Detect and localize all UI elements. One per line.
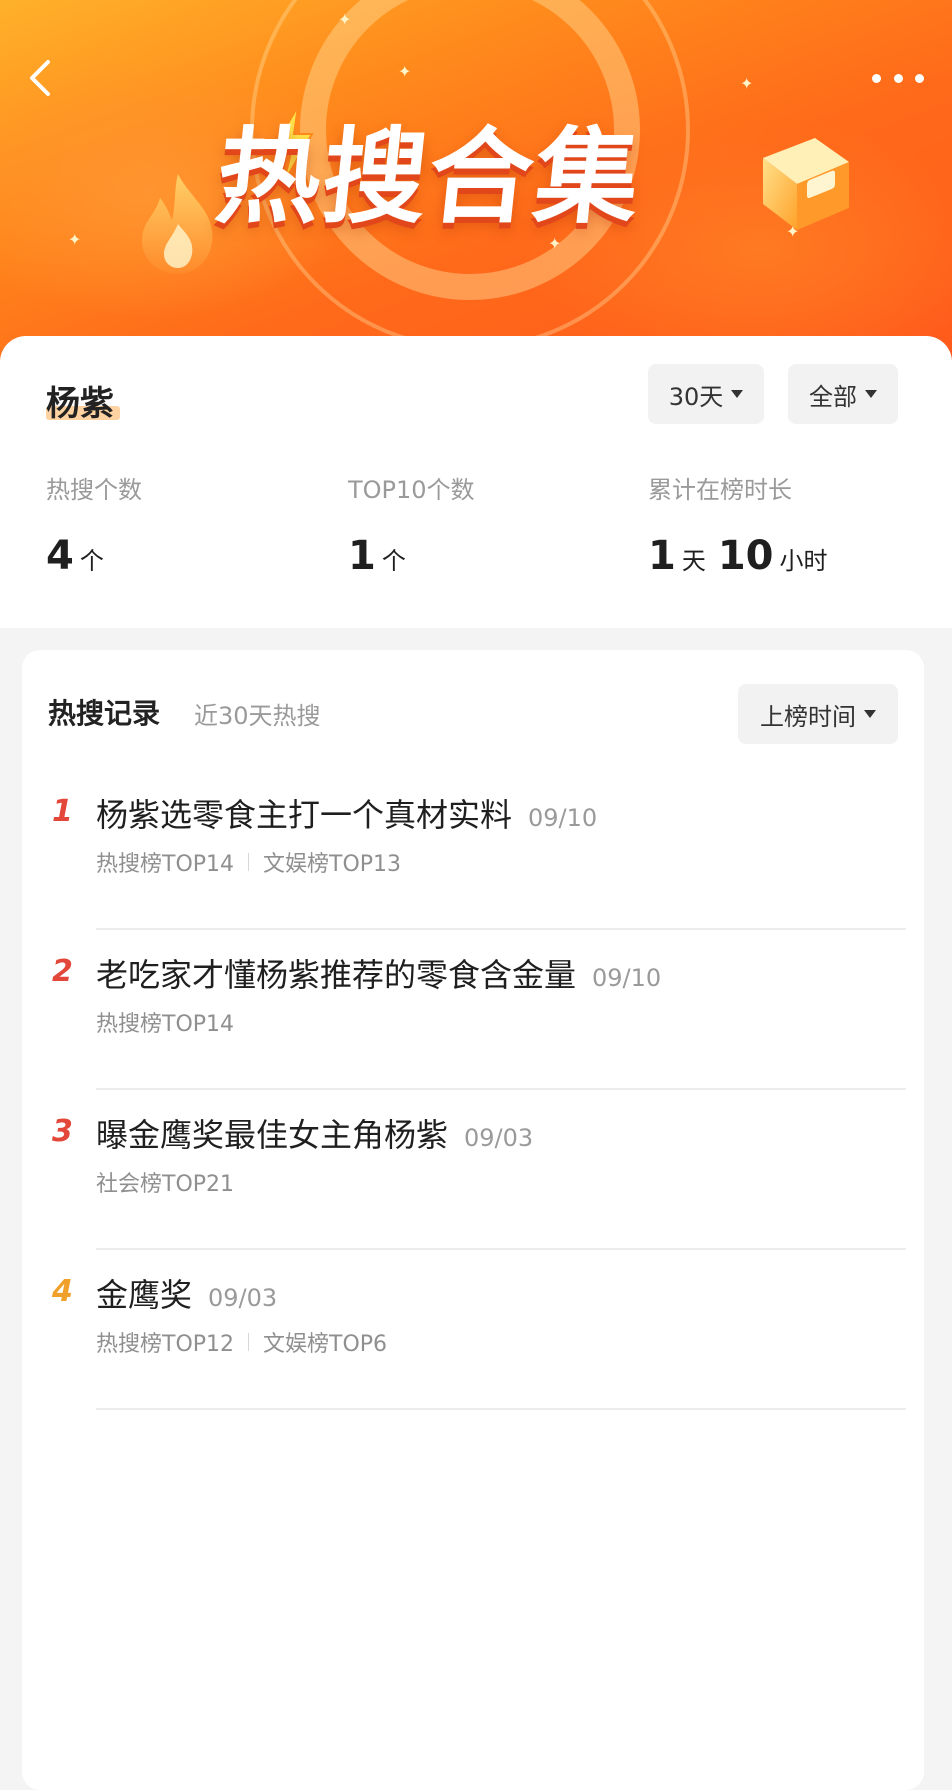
stat-value: 4个	[46, 533, 142, 579]
caret-down-icon	[864, 710, 876, 718]
stat-hot-count: 热搜个数 4个	[46, 470, 142, 579]
item-date: 09/10	[592, 964, 662, 992]
rank-tag: 社会榜TOP21	[96, 1172, 235, 1197]
item-title: 老吃家才懂杨紫推荐的零食含金量 09/10	[96, 950, 661, 996]
rank-tag: 热搜榜TOP14	[96, 852, 235, 877]
tag-divider	[248, 1333, 250, 1351]
stat-unit: 个	[381, 547, 406, 575]
stat-number: 10	[717, 533, 774, 579]
stat-label: 累计在榜时长	[648, 476, 792, 504]
sparkle-icon: ✦	[338, 10, 352, 29]
item-tags: 热搜榜TOP14 文娱榜TOP13	[96, 846, 401, 878]
item-title-text: 曝金鹰奖最佳女主角杨紫	[96, 1116, 449, 1154]
summary-card: 杨紫 30天 全部 热搜个数 4个 TOP10个数 1个 累计在榜时长 1 天 10…	[0, 336, 952, 628]
stat-top10-count: TOP10个数 1个	[348, 470, 475, 579]
rank-number: 3	[52, 1114, 73, 1149]
list-item[interactable]: 4 金鹰奖 09/03 热搜榜TOP12 文娱榜TOP6	[22, 1254, 924, 1414]
sparkle-icon: ✦	[398, 62, 412, 81]
stat-value: 1个	[348, 533, 475, 579]
stat-unit: 个	[79, 547, 104, 575]
tag-divider	[248, 853, 250, 871]
stat-number: 1	[348, 533, 376, 579]
stat-number: 1	[648, 533, 676, 579]
divider	[96, 928, 906, 930]
stat-label: 热搜个数	[46, 476, 142, 504]
sparkle-icon: ✦	[740, 74, 754, 93]
hero-banner: ✦ ✦ ✦ ✦ ✦ ✦ 热搜合集	[0, 0, 952, 360]
sort-label: 上榜时间	[760, 702, 856, 731]
scope-filter-dropdown[interactable]: 全部	[788, 364, 898, 424]
item-title: 杨紫选零食主打一个真材实料 09/10	[96, 790, 597, 836]
section-subtitle: 近30天热搜	[194, 702, 321, 730]
item-title-text: 老吃家才懂杨紫推荐的零食含金量	[96, 956, 577, 994]
rank-tag: 热搜榜TOP12	[96, 1332, 235, 1357]
stat-label: TOP10个数	[348, 476, 475, 504]
stat-value: 1 天 10 小时	[648, 533, 840, 579]
rank-number: 4	[52, 1274, 73, 1309]
rank-number: 2	[52, 954, 73, 989]
rank-number: 1	[52, 794, 73, 829]
dot	[893, 73, 903, 83]
scope-filter-label: 全部	[809, 382, 857, 411]
rank-tag: 热搜榜TOP14	[96, 1012, 235, 1037]
dot	[872, 73, 881, 83]
stat-unit: 小时	[779, 547, 828, 575]
sparkle-icon: ✦	[68, 230, 82, 249]
stat-duration: 累计在榜时长 1 天 10 小时	[648, 470, 840, 579]
days-filter-dropdown[interactable]: 30天	[648, 364, 764, 424]
item-date: 09/03	[464, 1124, 534, 1152]
item-tags: 热搜榜TOP12 文娱榜TOP6	[96, 1326, 387, 1358]
stat-unit: 天	[681, 547, 706, 575]
caret-down-icon	[865, 390, 877, 398]
list-item[interactable]: 2 老吃家才懂杨紫推荐的零食含金量 09/10 热搜榜TOP14	[22, 934, 924, 1094]
back-button[interactable]	[22, 58, 62, 98]
item-title: 金鹰奖 09/03	[96, 1270, 277, 1316]
gift-box-icon	[763, 138, 849, 230]
rank-tag: 文娱榜TOP13	[263, 852, 402, 877]
more-button[interactable]	[872, 68, 924, 88]
dot	[915, 73, 924, 83]
item-date: 09/03	[208, 1284, 278, 1312]
item-tags: 热搜榜TOP14	[96, 1006, 234, 1038]
item-date: 09/10	[528, 804, 598, 832]
person-name: 杨紫	[46, 384, 114, 424]
section-title: 热搜记录	[48, 697, 161, 730]
item-tags: 社会榜TOP21	[96, 1166, 234, 1198]
banner-title: 热搜合集	[210, 116, 648, 238]
rank-tag: 文娱榜TOP6	[263, 1332, 388, 1357]
item-title-text: 杨紫选零食主打一个真材实料	[96, 796, 513, 834]
hot-search-records-card: 热搜记录 近30天热搜 上榜时间 1 杨紫选零食主打一个真材实料 09/10 热搜…	[22, 650, 924, 1790]
item-title-text: 金鹰奖	[96, 1276, 193, 1314]
list-item[interactable]: 3 曝金鹰奖最佳女主角杨紫 09/03 社会榜TOP21	[22, 1094, 924, 1254]
item-title: 曝金鹰奖最佳女主角杨紫 09/03	[96, 1110, 533, 1156]
divider	[96, 1088, 906, 1090]
stat-number: 4	[46, 533, 74, 579]
caret-down-icon	[731, 390, 744, 398]
list-item[interactable]: 1 杨紫选零食主打一个真材实料 09/10 热搜榜TOP14 文娱榜TOP13	[22, 774, 924, 934]
divider	[96, 1408, 906, 1410]
days-filter-label: 30天	[668, 382, 724, 411]
sort-dropdown[interactable]: 上榜时间	[738, 684, 898, 744]
divider	[96, 1248, 906, 1250]
